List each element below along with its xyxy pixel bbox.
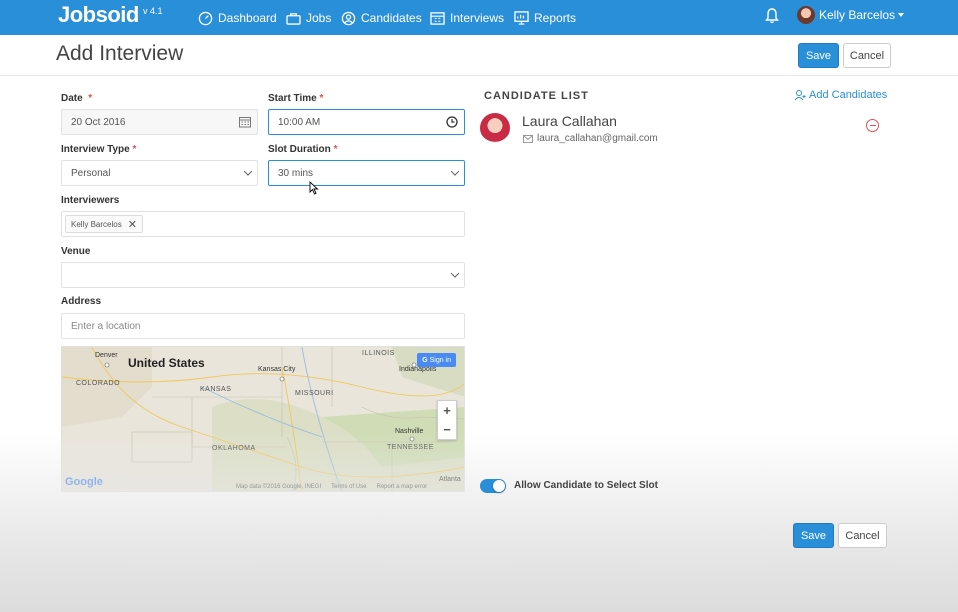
- map-label-colorado: COLORADO: [76, 380, 121, 387]
- date-value: 20 Oct 2016: [71, 116, 126, 128]
- venue-select[interactable]: [61, 262, 465, 288]
- footer-cancel-button[interactable]: Cancel: [838, 523, 887, 548]
- map-label-indianapolis: Indianapolis: [399, 366, 437, 373]
- date-label: Date *: [61, 93, 93, 104]
- nav-jobs-label: Jobs: [306, 11, 332, 25]
- save-button[interactable]: Save: [798, 43, 839, 68]
- zoom-out-icon[interactable]: −: [443, 422, 451, 437]
- briefcase-icon: [286, 12, 301, 25]
- nav-reports[interactable]: Reports: [514, 8, 576, 28]
- add-candidates-button[interactable]: Add Candidates: [794, 89, 887, 101]
- map-terms-link[interactable]: Terms of Use: [331, 484, 366, 490]
- google-logo: Google: [65, 476, 103, 488]
- allow-slot-toggle[interactable]: [480, 479, 506, 493]
- candidate-name[interactable]: Laura Callahan: [522, 113, 617, 129]
- user-avatar: [797, 6, 815, 24]
- interviewers-label: Interviewers: [61, 195, 120, 206]
- mail-icon: [523, 134, 533, 143]
- page-title: Add Interview: [56, 42, 184, 65]
- calendar-picker-icon[interactable]: [239, 117, 251, 128]
- app-version: v 4.1: [143, 6, 163, 16]
- address-placeholder: Enter a location: [71, 320, 141, 332]
- map-title: United States: [128, 356, 205, 370]
- map-sign-in-label: Sign in: [429, 356, 451, 364]
- candidates-icon: [341, 11, 356, 25]
- add-candidates-label: Add Candidates: [809, 89, 888, 101]
- clock-icon[interactable]: [446, 116, 458, 128]
- calendar-icon: [430, 12, 445, 25]
- map[interactable]: Denver United States ILLINOIS Indianapol…: [61, 346, 465, 492]
- start-time-value: 10:00 AM: [278, 116, 321, 128]
- google-g-icon: G: [422, 356, 428, 364]
- nav-dashboard[interactable]: Dashboard: [198, 8, 277, 28]
- map-label-kansas-city: Kansas City: [258, 366, 296, 373]
- footer-save-button[interactable]: Save: [793, 523, 834, 548]
- dashboard-icon: [198, 11, 213, 25]
- map-label-kansas: KANSAS: [200, 386, 232, 393]
- header-divider: [0, 75, 958, 76]
- map-label-oklahoma: OKLAHOMA: [212, 445, 256, 452]
- start-time-label: Start Time *: [268, 93, 324, 104]
- allow-slot-label: Allow Candidate to Select Slot: [514, 480, 658, 491]
- nav-dashboard-label: Dashboard: [218, 11, 277, 25]
- chevron-down-icon: [450, 269, 460, 278]
- candidate-email-text: laura_callahan@gmail.com: [537, 133, 658, 144]
- map-footer: Map data ©2016 Google, INEGI Terms of Us…: [236, 484, 427, 490]
- interviewer-tag-label: Kelly Barcelos: [71, 219, 122, 229]
- chevron-down-icon: [243, 167, 253, 176]
- nav-jobs[interactable]: Jobs: [286, 8, 331, 28]
- date-field[interactable]: 20 Oct 2016: [61, 109, 258, 135]
- bell-icon[interactable]: [765, 8, 779, 24]
- address-input[interactable]: Enter a location: [61, 313, 465, 339]
- chevron-down-icon: [450, 167, 460, 176]
- start-time-field[interactable]: 10:00 AM: [268, 109, 465, 135]
- add-user-icon: [794, 90, 806, 101]
- chevron-down-icon: [898, 13, 905, 17]
- map-label-tennessee: TENNESSEE: [387, 444, 434, 451]
- mouse-cursor-icon: [309, 181, 319, 195]
- map-report-link[interactable]: Report a map error: [376, 484, 427, 490]
- top-navbar: Jobsoid v 4.1 Dashboard Jobs Candidates …: [0, 0, 958, 35]
- reports-icon: [514, 11, 529, 25]
- nav-interviews[interactable]: Interviews: [430, 8, 504, 28]
- map-label-atlanta: Atlanta: [439, 476, 461, 483]
- slot-duration-label: Slot Duration *: [268, 144, 338, 155]
- interview-type-select[interactable]: Personal: [61, 160, 258, 186]
- interviewer-tag: Kelly Barcelos ✕: [65, 215, 143, 233]
- slot-duration-value: 30 mins: [278, 167, 314, 179]
- map-sign-in-button[interactable]: G Sign in: [417, 353, 456, 367]
- interview-type-value: Personal: [71, 167, 111, 179]
- nav-candidates-label: Candidates: [361, 11, 422, 25]
- map-zoom-controls: + −: [437, 400, 457, 440]
- app-logo[interactable]: Jobsoid: [58, 2, 139, 28]
- map-label-illinois: ILLINOIS: [362, 350, 395, 357]
- candidate-list-title: CANDIDATE LIST: [484, 90, 589, 102]
- user-menu[interactable]: Kelly Barcelos: [797, 6, 905, 24]
- map-label-nashville: Nashville: [395, 428, 424, 435]
- close-icon[interactable]: ✕: [128, 218, 137, 231]
- address-label: Address: [61, 296, 102, 307]
- map-label-missouri: MISSOURI: [295, 390, 334, 397]
- nav-candidates[interactable]: Candidates: [341, 8, 422, 28]
- map-data-text: Map data ©2016 Google, INEGI: [236, 484, 322, 490]
- zoom-in-icon[interactable]: +: [443, 403, 451, 418]
- venue-label: Venue: [61, 246, 91, 257]
- user-name: Kelly Barcelos: [819, 8, 896, 22]
- candidate-email: laura_callahan@gmail.com: [523, 133, 658, 144]
- cancel-button[interactable]: Cancel: [843, 43, 891, 68]
- remove-candidate-icon[interactable]: [866, 119, 879, 132]
- nav-interviews-label: Interviews: [450, 11, 505, 25]
- interviewers-field[interactable]: Kelly Barcelos ✕: [61, 211, 465, 237]
- map-label-denver: Denver: [95, 352, 118, 359]
- candidate-avatar: [480, 113, 510, 143]
- interview-type-label: Interview Type *: [61, 144, 137, 155]
- slot-duration-select[interactable]: 30 mins: [268, 160, 465, 186]
- nav-reports-label: Reports: [534, 11, 577, 25]
